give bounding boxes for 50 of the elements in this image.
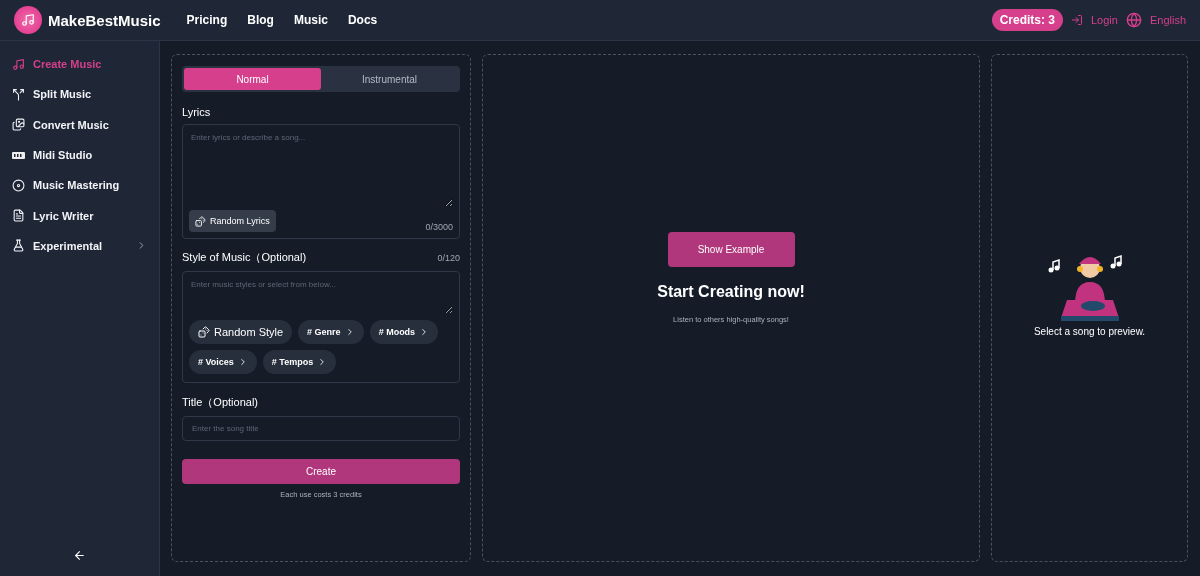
- title-label: Title（Optional): [182, 395, 258, 410]
- tag-chip[interactable]: # Moods: [369, 320, 439, 344]
- lyrics-field[interactable]: Enter lyrics or describe a song...: [189, 131, 453, 207]
- tag-chip[interactable]: # Genre: [298, 320, 364, 344]
- brand-name: MakeBestMusic: [48, 11, 161, 29]
- random-style-button[interactable]: Random Style: [189, 320, 293, 344]
- logo-icon[interactable]: [14, 6, 42, 34]
- mode-tab[interactable]: Normal: [184, 68, 321, 90]
- disc-icon: [12, 178, 25, 192]
- document-icon: [12, 209, 25, 223]
- images-icon: [12, 118, 25, 132]
- title-field[interactable]: Enter the song title: [182, 416, 460, 441]
- lyrics-counter: 0/3000: [425, 222, 453, 232]
- mode-tab[interactable]: Instrumental: [321, 68, 458, 90]
- style-field[interactable]: Enter music styles or select from below...: [189, 278, 453, 314]
- sidebar-item[interactable]: Music Mastering: [0, 170, 159, 201]
- tag-chip[interactable]: # Voices: [189, 350, 257, 374]
- globe-icon[interactable]: [1125, 12, 1142, 28]
- show-example-button[interactable]: Show Example: [667, 232, 795, 267]
- start-heading: Start Creating now!: [657, 283, 805, 301]
- style-box[interactable]: Enter music styles or select from below... Random Style # Genre # Moods # Voices # Tempos: [182, 271, 460, 383]
- random-lyrics-button[interactable]: Random Lyrics: [189, 210, 276, 232]
- sidebar-item[interactable]: Experimental: [0, 230, 159, 262]
- lyrics-label: Lyrics: [182, 106, 211, 118]
- flask-icon: [12, 239, 25, 253]
- create-button[interactable]: Create: [182, 459, 460, 484]
- sidebar-item[interactable]: Create Music: [0, 49, 159, 80]
- nav-link[interactable]: Music: [293, 13, 328, 27]
- split-icon: [12, 87, 25, 101]
- sidebar-item[interactable]: Lyric Writer: [0, 200, 159, 231]
- sidebar-item[interactable]: Convert Music: [0, 109, 159, 140]
- dice-icon: [198, 326, 210, 338]
- sidebar-item[interactable]: Midi Studio: [0, 139, 159, 171]
- dice-icon: [195, 215, 206, 227]
- lyrics-box[interactable]: Enter lyrics or describe a song... Random Lyrics 0/3000: [182, 124, 460, 239]
- nav-link[interactable]: Pricing: [186, 13, 228, 27]
- nav-link[interactable]: Docs: [347, 13, 378, 27]
- style-counter: 0/120: [437, 252, 460, 263]
- credits-badge: Credits: 3: [991, 9, 1063, 31]
- tag-chip[interactable]: # Tempos: [262, 350, 337, 374]
- style-label: Style of Music（Optional): [182, 250, 307, 265]
- login-icon[interactable]: [1071, 14, 1083, 26]
- nav-link[interactable]: Blog: [247, 13, 274, 27]
- preview-caption: Select a song to preview.: [1033, 325, 1146, 337]
- back-button[interactable]: [73, 549, 86, 562]
- music-note-icon: [12, 57, 25, 71]
- midi-icon: [12, 151, 25, 159]
- language-link[interactable]: English: [1149, 14, 1186, 26]
- sidebar-item[interactable]: Split Music: [0, 79, 159, 110]
- login-link[interactable]: Login: [1091, 14, 1118, 26]
